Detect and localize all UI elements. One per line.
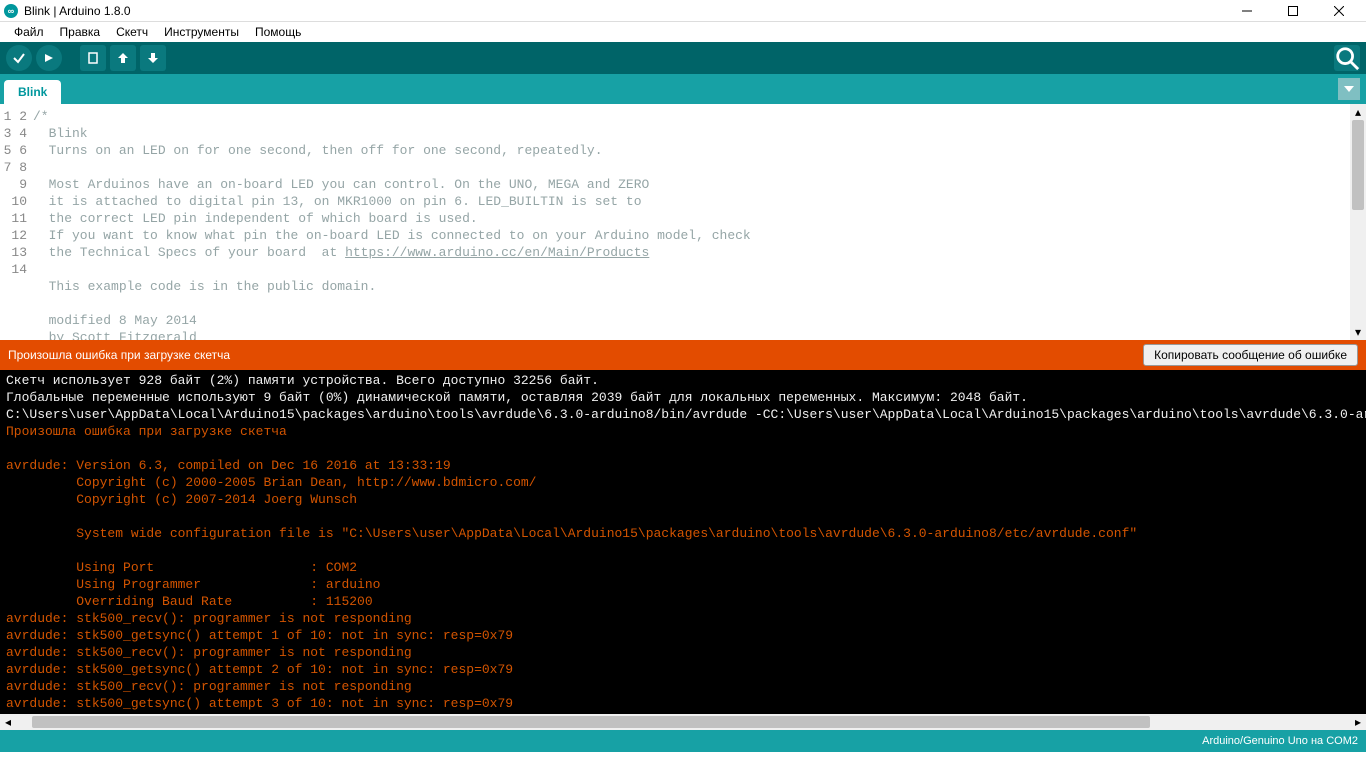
code-line: the Technical Specs of your board at htt… bbox=[33, 245, 649, 260]
code-line: /* bbox=[33, 109, 49, 124]
scroll-thumb-h[interactable] bbox=[32, 716, 1150, 728]
editor-code[interactable]: /* Blink Turns on an LED on for one seco… bbox=[33, 104, 1350, 340]
console-line: Using Port : COM2 bbox=[6, 560, 357, 575]
console-line: Copyright (c) 2000-2005 Brian Dean, http… bbox=[6, 475, 537, 490]
tab-menu-button[interactable] bbox=[1338, 78, 1360, 100]
code-line: If you want to know what pin the on-boar… bbox=[33, 228, 751, 243]
status-board-port: Arduino/Genuino Uno на COM2 bbox=[1202, 735, 1358, 747]
serial-monitor-button[interactable] bbox=[1334, 45, 1360, 71]
code-line: modified 8 May 2014 bbox=[33, 313, 197, 328]
toolbar bbox=[0, 42, 1366, 74]
console[interactable]: Скетч использует 928 байт (2%) памяти ус… bbox=[0, 370, 1366, 714]
window-title: Blink | Arduino 1.8.0 bbox=[24, 4, 131, 18]
console-line: avrdude: stk500_recv(): programmer is no… bbox=[6, 611, 412, 626]
tabbar: Blink bbox=[0, 74, 1366, 104]
maximize-button[interactable] bbox=[1270, 0, 1316, 22]
console-line: avrdude: stk500_recv(): programmer is no… bbox=[6, 645, 412, 660]
save-button[interactable] bbox=[140, 45, 166, 71]
copy-error-button[interactable]: Копировать сообщение об ошибке bbox=[1143, 344, 1358, 366]
app-icon: ∞ bbox=[4, 4, 18, 18]
code-line: Blink bbox=[33, 126, 88, 141]
console-line: C:\Users\user\AppData\Local\Arduino15\pa… bbox=[6, 407, 1366, 422]
console-line: avrdude: stk500_getsync() attempt 2 of 1… bbox=[6, 662, 513, 677]
console-line: Скетч использует 928 байт (2%) памяти ус… bbox=[6, 373, 599, 388]
scroll-right-icon[interactable]: ▸ bbox=[1350, 714, 1366, 730]
products-link[interactable]: https://www.arduino.cc/en/Main/Products bbox=[345, 245, 649, 260]
console-line: avrdude: stk500_getsync() attempt 3 of 1… bbox=[6, 696, 513, 711]
error-banner: Произошла ошибка при загрузке скетча Коп… bbox=[0, 340, 1366, 370]
console-line: avrdude: stk500_recv(): programmer is no… bbox=[6, 679, 412, 694]
menu-help[interactable]: Помощь bbox=[247, 23, 309, 41]
editor-scrollbar[interactable]: ▴ ▾ bbox=[1350, 104, 1366, 340]
horizontal-scrollbar[interactable]: ◂ ▸ bbox=[0, 714, 1366, 730]
console-line: System wide configuration file is "C:\Us… bbox=[6, 526, 1137, 541]
code-line: by Scott Fitzgerald bbox=[33, 330, 197, 340]
code-line: the correct LED pin independent of which… bbox=[33, 211, 478, 226]
menu-file[interactable]: Файл bbox=[6, 23, 52, 41]
console-line: Глобальные переменные используют 9 байт … bbox=[6, 390, 1028, 405]
editor-gutter: 1 2 3 4 5 6 7 8 9 10 11 12 13 14 bbox=[0, 104, 33, 340]
new-button[interactable] bbox=[80, 45, 106, 71]
verify-button[interactable] bbox=[6, 45, 32, 71]
error-message: Произошла ошибка при загрузке скетча bbox=[8, 348, 230, 362]
console-line: avrdude: stk500_getsync() attempt 1 of 1… bbox=[6, 628, 513, 643]
tab-blink[interactable]: Blink bbox=[4, 80, 61, 104]
statusbar: Arduino/Genuino Uno на COM2 bbox=[0, 730, 1366, 752]
code-line: Most Arduinos have an on-board LED you c… bbox=[33, 177, 649, 192]
minimize-button[interactable] bbox=[1224, 0, 1270, 22]
titlebar: ∞ Blink | Arduino 1.8.0 bbox=[0, 0, 1366, 22]
scroll-thumb[interactable] bbox=[1352, 120, 1364, 210]
close-button[interactable] bbox=[1316, 0, 1362, 22]
scroll-left-icon[interactable]: ◂ bbox=[0, 714, 16, 730]
console-line: Using Programmer : arduino bbox=[6, 577, 380, 592]
console-line: Overriding Baud Rate : 115200 bbox=[6, 594, 373, 609]
menubar: Файл Правка Скетч Инструменты Помощь bbox=[0, 22, 1366, 42]
menu-tools[interactable]: Инструменты bbox=[156, 23, 247, 41]
scroll-down-icon[interactable]: ▾ bbox=[1350, 324, 1366, 340]
code-line: it is attached to digital pin 13, on MKR… bbox=[33, 194, 642, 209]
console-line: Произошла ошибка при загрузке скетча bbox=[6, 424, 287, 439]
open-button[interactable] bbox=[110, 45, 136, 71]
editor[interactable]: 1 2 3 4 5 6 7 8 9 10 11 12 13 14 /* Blin… bbox=[0, 104, 1366, 340]
menu-sketch[interactable]: Скетч bbox=[108, 23, 156, 41]
console-line: Copyright (c) 2007-2014 Joerg Wunsch bbox=[6, 492, 357, 507]
menu-edit[interactable]: Правка bbox=[52, 23, 109, 41]
code-line: This example code is in the public domai… bbox=[33, 279, 376, 294]
code-line: Turns on an LED on for one second, then … bbox=[33, 143, 603, 158]
upload-button[interactable] bbox=[36, 45, 62, 71]
console-line: avrdude: Version 6.3, compiled on Dec 16… bbox=[6, 458, 451, 473]
scroll-up-icon[interactable]: ▴ bbox=[1350, 104, 1366, 120]
